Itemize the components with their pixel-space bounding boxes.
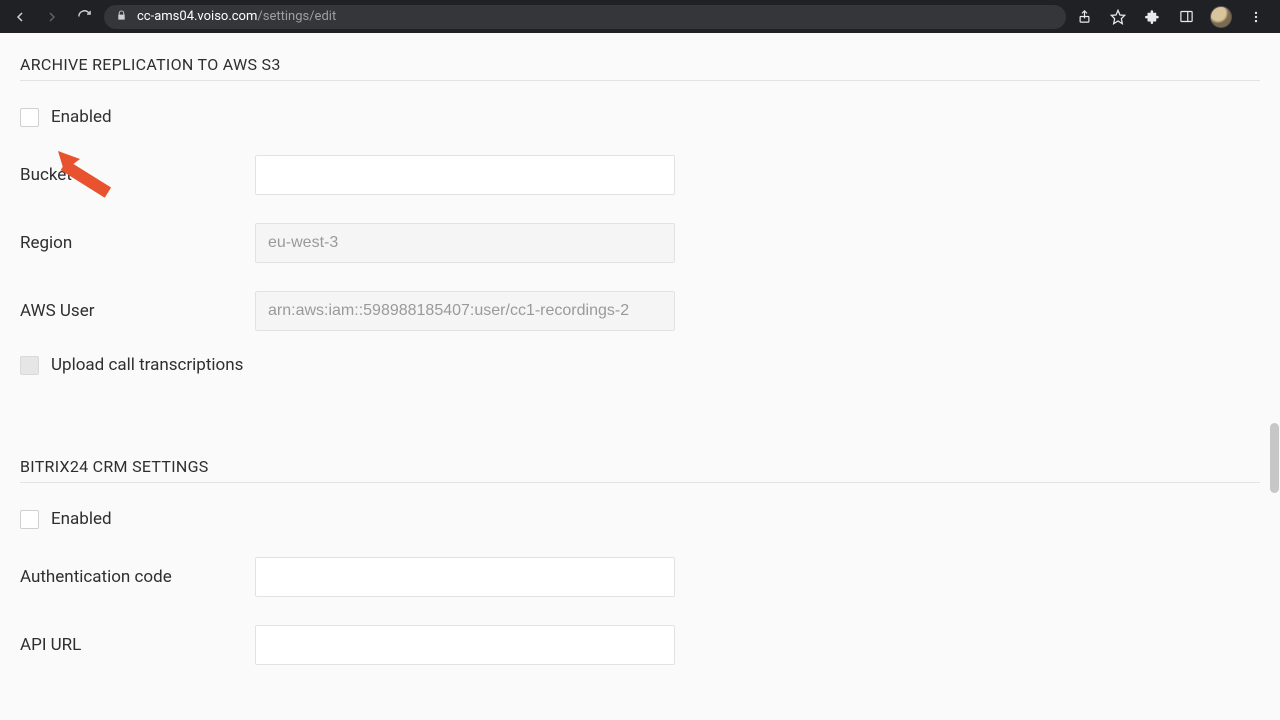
- settings-page: ARCHIVE REPLICATION TO AWS S3 Enabled Bu…: [0, 33, 1280, 720]
- address-bar[interactable]: cc-ams04.voiso.com/settings/edit: [104, 5, 1066, 29]
- bucket-input[interactable]: [255, 155, 675, 195]
- profile-avatar[interactable]: [1210, 6, 1232, 28]
- extensions-icon[interactable]: [1142, 7, 1162, 27]
- browser-chrome: cc-ams04.voiso.com/settings/edit: [0, 0, 1280, 33]
- upload-transcriptions-checkbox: [20, 356, 39, 375]
- upload-transcriptions-row: Upload call transcriptions: [20, 355, 1260, 375]
- s3-enabled-label: Enabled: [51, 107, 112, 127]
- reload-button[interactable]: [72, 5, 96, 29]
- share-icon[interactable]: [1074, 7, 1094, 27]
- s3-enabled-row: Enabled: [20, 107, 1260, 127]
- section-title-s3: ARCHIVE REPLICATION TO AWS S3: [20, 33, 1260, 81]
- bitrix-enabled-label: Enabled: [51, 509, 112, 529]
- aws-user-label: AWS User: [20, 301, 255, 321]
- region-label: Region: [20, 233, 255, 253]
- auth-code-input[interactable]: [255, 557, 675, 597]
- section-body-s3: Enabled Bucket Region AWS User Upload ca…: [20, 81, 1260, 413]
- kebab-menu-icon[interactable]: [1246, 7, 1266, 27]
- region-input: [255, 223, 675, 263]
- bucket-row: Bucket: [20, 155, 1260, 195]
- api-url-label: API URL: [20, 635, 255, 655]
- api-url-input[interactable]: [255, 625, 675, 665]
- bucket-label: Bucket: [20, 165, 255, 185]
- region-row: Region: [20, 223, 1260, 263]
- bitrix-enabled-row: Enabled: [20, 509, 1260, 529]
- upload-transcriptions-label: Upload call transcriptions: [51, 355, 243, 375]
- chrome-right-icons: [1074, 6, 1272, 28]
- aws-user-row: AWS User: [20, 291, 1260, 331]
- bitrix-enabled-checkbox[interactable]: [20, 510, 39, 529]
- lock-icon: [116, 10, 127, 24]
- panel-icon[interactable]: [1176, 7, 1196, 27]
- section-body-bitrix: Enabled Authentication code API URL: [20, 483, 1260, 703]
- auth-code-label: Authentication code: [20, 567, 255, 587]
- url-text: cc-ams04.voiso.com/settings/edit: [137, 9, 336, 24]
- forward-button[interactable]: [40, 5, 64, 29]
- aws-user-input: [255, 291, 675, 331]
- s3-enabled-checkbox[interactable]: [20, 108, 39, 127]
- auth-code-row: Authentication code: [20, 557, 1260, 597]
- section-title-bitrix: BITRIX24 CRM SETTINGS: [20, 435, 1260, 483]
- back-button[interactable]: [8, 5, 32, 29]
- api-url-row: API URL: [20, 625, 1260, 665]
- scrollbar-track[interactable]: [1269, 33, 1279, 720]
- star-icon[interactable]: [1108, 7, 1128, 27]
- scrollbar-thumb[interactable]: [1270, 423, 1279, 493]
